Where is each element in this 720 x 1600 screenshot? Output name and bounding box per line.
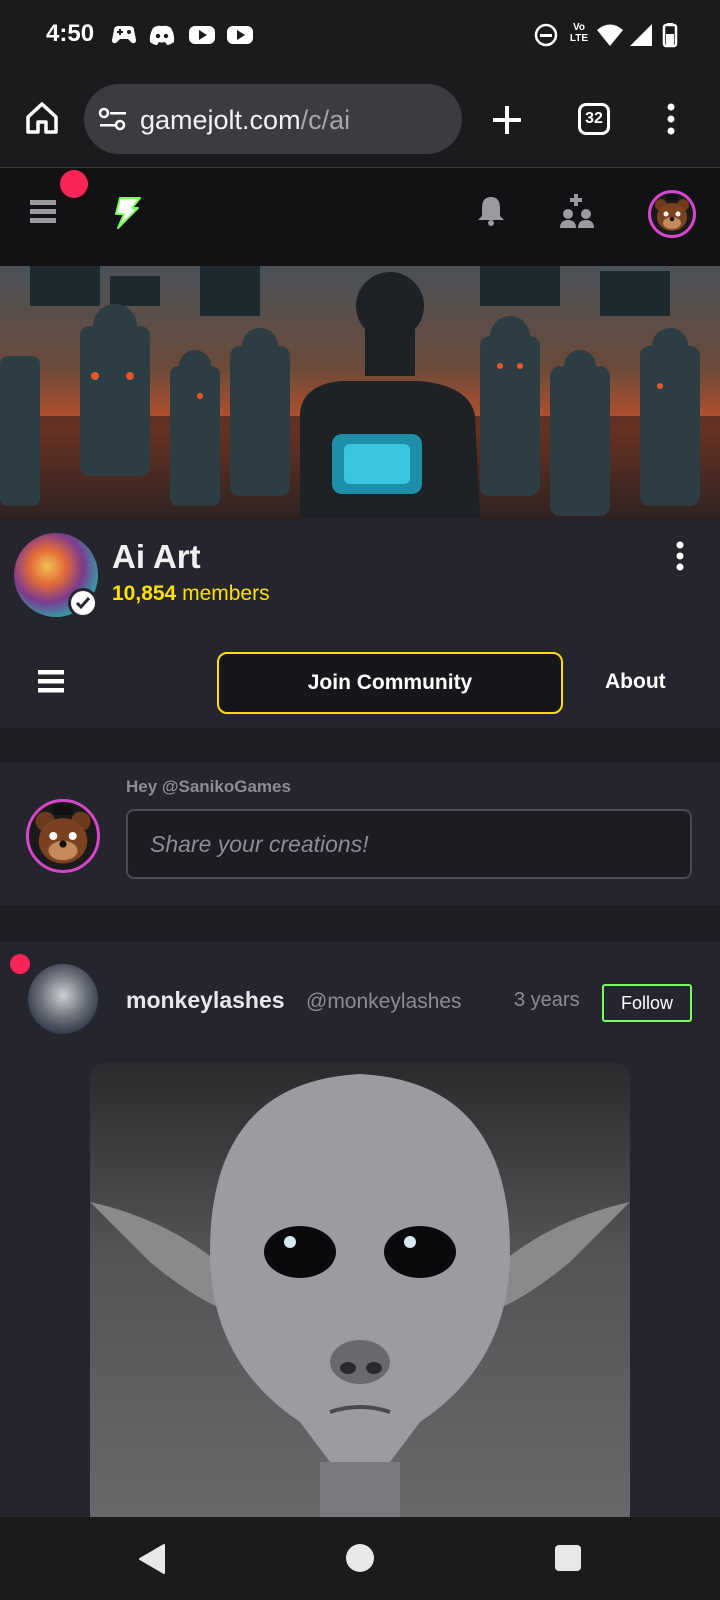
- robot-crowd-illustration: [0, 266, 720, 518]
- post-author-handle[interactable]: @monkeylashes: [306, 990, 462, 1014]
- battery-icon: [662, 23, 678, 48]
- unread-indicator: [10, 954, 30, 974]
- game-controller-icon: [112, 26, 136, 44]
- do-not-disturb-icon: [534, 23, 558, 47]
- status-time: 4:50: [46, 20, 95, 47]
- more-options-icon[interactable]: [664, 100, 678, 140]
- status-bar: 4:50 Vo LTE: [0, 0, 720, 72]
- about-tab[interactable]: About: [605, 670, 666, 694]
- channels-menu-icon[interactable]: [38, 670, 66, 694]
- url-path: /c/ai: [300, 105, 351, 135]
- feed-post: monkeylashes @monkeylashes 3 years Follo…: [0, 942, 720, 1517]
- back-icon[interactable]: [138, 1543, 168, 1575]
- composer-greeting: Hey @SanikoGames: [126, 777, 291, 796]
- notification-dot: [60, 170, 88, 198]
- community-title: Ai Art: [112, 538, 201, 575]
- friends-icon[interactable]: [560, 194, 596, 228]
- community-banner: [0, 266, 720, 518]
- member-count-label: members: [182, 582, 270, 605]
- verified-badge-icon: [68, 588, 98, 618]
- browser-toolbar: gamejolt.com/c/ai 32: [0, 72, 720, 168]
- post-composer: Hey @SanikoGames Share your creations!: [0, 763, 720, 905]
- post-author-name[interactable]: monkeylashes: [126, 987, 285, 1014]
- url-text: gamejolt.com/c/ai: [140, 105, 350, 136]
- member-count[interactable]: 10,854 members: [112, 582, 270, 606]
- join-community-button[interactable]: Join Community: [217, 652, 563, 714]
- share-input[interactable]: Share your creations!: [126, 809, 692, 879]
- notifications-bell-icon[interactable]: [476, 194, 506, 228]
- follow-button[interactable]: Follow: [602, 984, 692, 1022]
- new-tab-icon[interactable]: [490, 103, 524, 137]
- section-divider: [0, 905, 720, 942]
- freddy-bear-icon: [655, 195, 689, 231]
- post-timestamp[interactable]: 3 years: [514, 989, 580, 1012]
- post-author-avatar[interactable]: [28, 964, 98, 1034]
- system-navigation-bar: [0, 1517, 720, 1600]
- site-settings-icon[interactable]: [98, 106, 128, 132]
- youtube-icon: [227, 26, 253, 44]
- community-header: Ai Art 10,854 members Join Community Abo…: [0, 518, 720, 728]
- youtube-icon: [189, 26, 215, 44]
- user-avatar[interactable]: [648, 190, 696, 238]
- tab-switcher-button[interactable]: 32: [578, 103, 610, 135]
- alien-portrait-illustration: [90, 1074, 630, 1517]
- address-bar[interactable]: gamejolt.com/c/ai: [84, 84, 462, 154]
- gamejolt-logo-icon[interactable]: [110, 194, 146, 230]
- recents-icon[interactable]: [554, 1544, 582, 1572]
- site-navbar: [0, 168, 720, 266]
- community-more-icon[interactable]: [674, 540, 686, 572]
- post-image[interactable]: [90, 1062, 630, 1517]
- composer-avatar: [26, 799, 100, 873]
- home-nav-icon[interactable]: [344, 1542, 376, 1574]
- volte-icon: Vo LTE: [569, 22, 589, 44]
- section-divider: [0, 728, 720, 763]
- home-icon[interactable]: [24, 100, 60, 136]
- freddy-bear-icon: [35, 805, 91, 864]
- url-domain: gamejolt.com: [140, 105, 301, 135]
- wifi-icon: [597, 24, 623, 46]
- member-count-number: 10,854: [112, 582, 177, 605]
- menu-icon[interactable]: [30, 198, 58, 224]
- discord-icon: [149, 25, 175, 45]
- signal-icon: [630, 24, 652, 46]
